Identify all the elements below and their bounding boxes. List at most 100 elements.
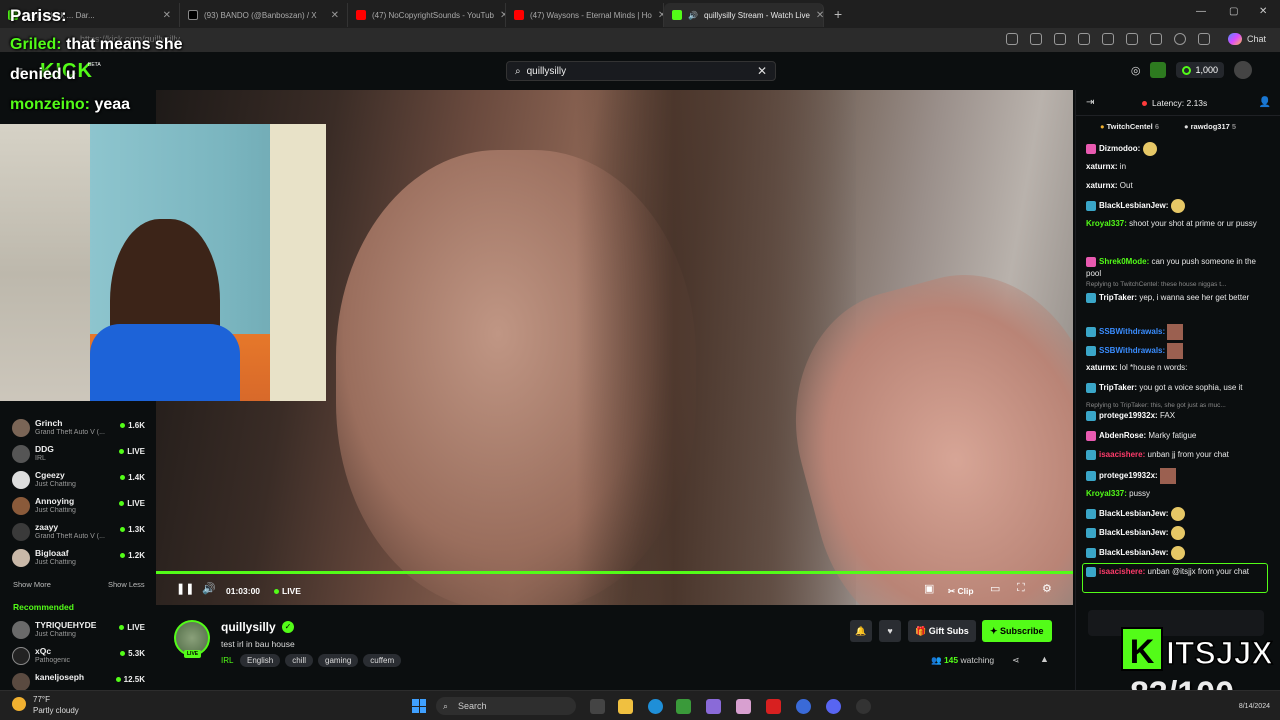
split-screen-icon[interactable] bbox=[1102, 33, 1114, 45]
weather-condition[interactable]: Partly cloudy bbox=[33, 706, 79, 715]
chat-message[interactable]: AbdenRose: Marky fatigue bbox=[1086, 430, 1271, 442]
chat-username[interactable]: TripTaker: bbox=[1099, 383, 1137, 392]
close-icon[interactable]: ✕ bbox=[816, 10, 823, 21]
pinned-gifter-1[interactable]: ● TwitchCentel 6 bbox=[1100, 122, 1159, 131]
volume-icon[interactable]: 🔊 bbox=[202, 582, 216, 595]
settings-gear-icon[interactable]: ⚙ bbox=[1042, 582, 1052, 595]
zoom-icon[interactable] bbox=[1006, 33, 1018, 45]
chat-message[interactable]: BlackLesbianJew: bbox=[1086, 546, 1271, 560]
extensions-icon[interactable] bbox=[1078, 33, 1090, 45]
sidebar-channel-grinch[interactable]: Grinch Grand Theft Auto V (... 1.6K bbox=[12, 416, 148, 442]
chat-username[interactable]: SSBWithdrawals: bbox=[1099, 327, 1165, 336]
clear-search-icon[interactable]: ✕ bbox=[757, 64, 767, 78]
chat-username[interactable]: Shrek0Mode: bbox=[1099, 257, 1149, 266]
chat-message[interactable]: protege19932x: FAX bbox=[1086, 410, 1271, 422]
show-less-button[interactable]: Show Less bbox=[108, 580, 145, 589]
pinned-gifter-2[interactable]: ● rawdog317 5 bbox=[1184, 122, 1236, 131]
chat-username[interactable]: BlackLesbianJew: bbox=[1099, 201, 1168, 210]
chat-username[interactable]: xaturnx: bbox=[1086, 162, 1118, 171]
obs-icon[interactable] bbox=[856, 699, 871, 714]
chat-username[interactable]: BlackLesbianJew: bbox=[1099, 509, 1168, 518]
task-view-icon[interactable] bbox=[590, 699, 605, 714]
minimize-button[interactable]: — bbox=[1196, 6, 1206, 17]
chat-message[interactable]: Kroyal337: shoot your shot at prime or u… bbox=[1086, 218, 1271, 230]
sidebar-channel-annoying[interactable]: Annoying Just Chatting LIVE bbox=[12, 494, 148, 520]
discord-icon[interactable] bbox=[826, 699, 841, 714]
browser-tab-2[interactable]: (93) BANDO (@Banboszan) / X ✕ bbox=[180, 3, 348, 27]
chat-username[interactable]: AbdenRose: bbox=[1099, 431, 1146, 440]
copilot-button[interactable]: Chat bbox=[1227, 33, 1266, 45]
notification-bell-icon[interactable]: 🔔 bbox=[850, 620, 872, 642]
close-icon[interactable]: ✕ bbox=[163, 10, 171, 21]
notifications-icon[interactable]: ◎ bbox=[1131, 64, 1141, 77]
gift-subs-button[interactable]: 🎁 Gift Subs bbox=[908, 620, 976, 642]
taskbar-search[interactable]: ⌕ Search bbox=[436, 697, 576, 715]
speaker-icon[interactable]: 🔊 bbox=[688, 11, 698, 20]
weather-temperature[interactable]: 77°F bbox=[33, 695, 50, 704]
browser-tab-active[interactable]: 🔊 quillysilly Stream - Watch Live ✕ bbox=[664, 3, 824, 27]
chat-username[interactable]: protege19932x: bbox=[1099, 471, 1158, 480]
chat-username[interactable]: Kroyal337: bbox=[1086, 219, 1127, 228]
chat-message[interactable]: BlackLesbianJew: bbox=[1086, 526, 1271, 540]
windows-start-icon[interactable] bbox=[412, 699, 426, 713]
chat-message[interactable]: BlackLesbianJew: bbox=[1086, 507, 1271, 521]
live-indicator[interactable]: LIVE bbox=[274, 586, 301, 596]
sidebar-recommended-xqc[interactable]: xQc Pathogenic 5.3K bbox=[12, 644, 148, 670]
tag[interactable]: chill bbox=[285, 654, 314, 667]
follow-heart-icon[interactable]: ♥ bbox=[879, 620, 901, 642]
chat-message[interactable]: Kroyal337: pussy bbox=[1086, 488, 1271, 500]
chat-message[interactable]: isaacishere: unban jj from your chat bbox=[1086, 449, 1271, 461]
collapse-chat-icon[interactable]: ⇥ bbox=[1086, 97, 1094, 108]
edge-icon[interactable] bbox=[648, 699, 663, 714]
chat-message[interactable]: TripTaker: yep, i wanna see her get bett… bbox=[1086, 292, 1271, 304]
favorites-icon[interactable] bbox=[1126, 33, 1138, 45]
photos-icon[interactable] bbox=[706, 699, 721, 714]
chat-message[interactable]: BlackLesbianJew: bbox=[1086, 199, 1271, 213]
chat-username[interactable]: TripTaker: bbox=[1099, 293, 1137, 302]
chat-username[interactable]: Kroyal337: bbox=[1086, 489, 1127, 498]
chat-username[interactable]: SSBWithdrawals: bbox=[1099, 346, 1165, 355]
paint-icon[interactable] bbox=[736, 699, 751, 714]
maximize-button[interactable]: ▢ bbox=[1229, 6, 1238, 17]
chat-message[interactable]: TripTaker: you got a voice sophia, use i… bbox=[1086, 382, 1271, 394]
chat-message[interactable]: Dizmodoo: bbox=[1086, 142, 1271, 156]
chat-username[interactable]: xaturnx: bbox=[1086, 181, 1118, 190]
progress-bar[interactable] bbox=[156, 571, 1073, 574]
chat-username[interactable]: BlackLesbianJew: bbox=[1099, 528, 1168, 537]
new-tab-button[interactable]: + bbox=[824, 6, 852, 22]
show-more-button[interactable]: Show More bbox=[13, 580, 51, 589]
stream-category[interactable]: IRL bbox=[221, 656, 233, 665]
user-avatar[interactable] bbox=[1234, 61, 1252, 79]
tag[interactable]: gaming bbox=[318, 654, 359, 667]
browser-tab-3[interactable]: (47) NoCopyrightSounds - YouTub✕ bbox=[348, 3, 506, 27]
chat-username[interactable]: protege19932x: bbox=[1099, 411, 1158, 420]
chat-username[interactable]: xaturnx: bbox=[1086, 363, 1118, 372]
report-warning-icon[interactable]: ▲ bbox=[1040, 654, 1049, 664]
chat-username[interactable]: isaacishere: bbox=[1099, 450, 1145, 459]
search-input[interactable]: ⌕ quillysilly ✕ bbox=[506, 61, 776, 81]
pause-icon[interactable]: ❚❚ bbox=[176, 582, 194, 595]
chat-users-icon[interactable]: 👤 bbox=[1259, 97, 1271, 108]
tag[interactable]: English bbox=[240, 654, 281, 667]
chat-username[interactable]: Dizmodoo: bbox=[1099, 144, 1140, 153]
game-app-icon[interactable] bbox=[796, 699, 811, 714]
browser-tab-4[interactable]: (47) Waysons - Eternal Minds | Ho✕ bbox=[506, 3, 664, 27]
close-window-button[interactable]: ✕ bbox=[1259, 6, 1267, 17]
reader-icon[interactable] bbox=[1030, 33, 1042, 45]
chat-message[interactable]: protege19932x: bbox=[1086, 468, 1271, 484]
chat-message[interactable]: Shrek0Mode: can you push someone in the … bbox=[1086, 256, 1271, 280]
chat-username[interactable]: BlackLesbianJew: bbox=[1099, 548, 1168, 557]
tag[interactable]: cuffem bbox=[363, 654, 402, 667]
sidebar-channel-zaayy[interactable]: zaayy Grand Theft Auto V (... 1.3K bbox=[12, 520, 148, 546]
share-icon[interactable]: ⋖ bbox=[1012, 655, 1020, 666]
chat-message[interactable]: SSBWithdrawals: bbox=[1086, 324, 1271, 340]
chat-message[interactable]: xaturnx: in bbox=[1086, 161, 1271, 173]
more-menu-icon[interactable] bbox=[1198, 33, 1210, 45]
profile-icon[interactable] bbox=[1174, 33, 1186, 45]
chat-message[interactable]: xaturnx: Out bbox=[1086, 180, 1271, 192]
theater-mode-icon[interactable]: ▭ bbox=[990, 582, 1000, 595]
subscribe-button[interactable]: ✦ Subscribe bbox=[982, 620, 1052, 642]
sidebar-channel-ddg[interactable]: DDG IRL LIVE bbox=[12, 442, 148, 468]
kicks-balance[interactable]: 1,000 bbox=[1176, 62, 1224, 78]
channel-name[interactable]: quillysilly bbox=[221, 620, 276, 634]
